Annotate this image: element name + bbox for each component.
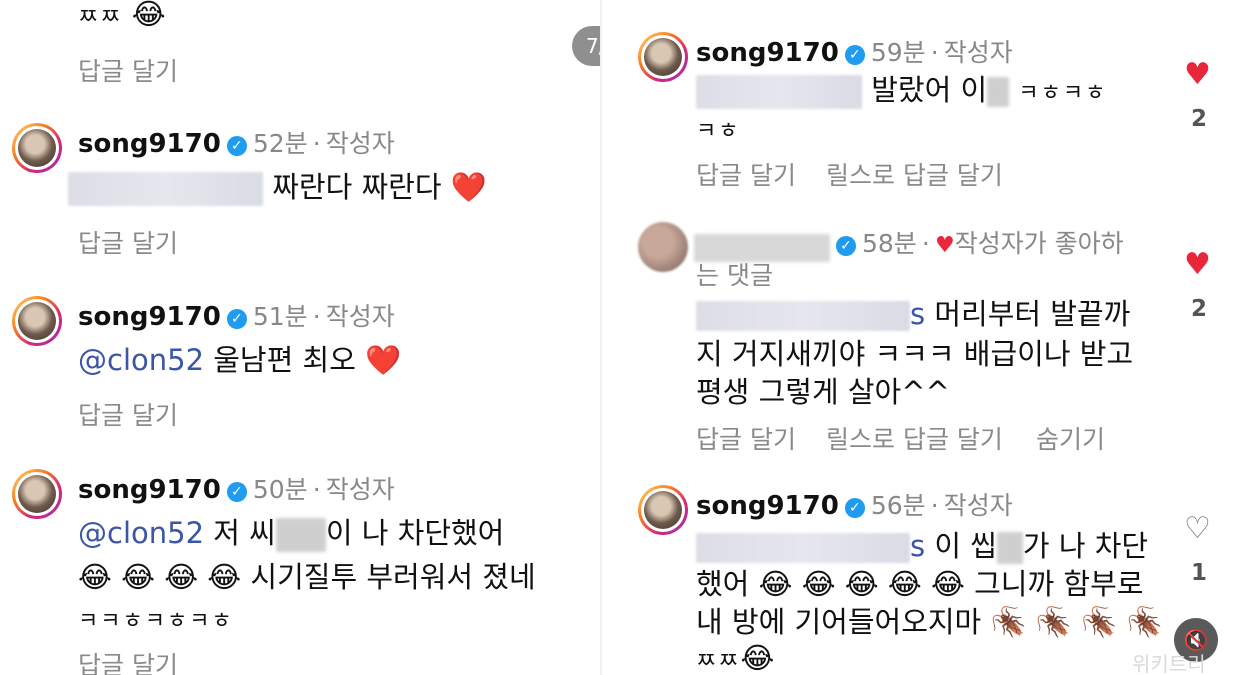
avatar[interactable] bbox=[638, 32, 688, 82]
author-label: 작성자 bbox=[325, 475, 395, 504]
avatar[interactable] bbox=[12, 123, 62, 173]
like-count: 1 bbox=[1190, 560, 1207, 586]
redacted-mention bbox=[68, 172, 263, 206]
comment-text: @clon52 저 씨이 나 차단했어 bbox=[78, 516, 505, 552]
timestamp: 52분 bbox=[252, 129, 308, 158]
reply-button[interactable]: 답글 달기 bbox=[78, 224, 178, 260]
username[interactable]: song9170 bbox=[696, 491, 839, 521]
redacted-mention bbox=[696, 301, 910, 331]
mention-link[interactable]: @clon52 bbox=[78, 343, 204, 377]
redacted-mention bbox=[696, 75, 862, 109]
comment-text: 지 거지새끼야 ㅋㅋㅋ 배급이나 받고 bbox=[696, 337, 1134, 371]
comment-text: 평생 그렇게 살아^^ bbox=[696, 375, 950, 409]
redacted-mention bbox=[696, 533, 910, 563]
timestamp: 56분 bbox=[870, 491, 926, 520]
mention-link[interactable]: @clon52 bbox=[78, 516, 204, 550]
comment-text: ㅋㅋㅎㅋㅎㅋㅎ bbox=[78, 609, 234, 634]
comment-text: 발랐어 이 ㅋㅎㅋㅎ bbox=[696, 70, 1107, 114]
like-heart-filled-icon[interactable]: ♥ bbox=[1184, 250, 1211, 280]
reply-with-reels-button[interactable]: 릴스로 답글 달기 bbox=[826, 156, 1003, 192]
username[interactable]: song9170 bbox=[78, 475, 221, 505]
comment-header: song9170 ✓ 51분 · 작성자 bbox=[78, 302, 395, 332]
watermark: 위키트리 bbox=[1132, 652, 1206, 675]
verified-badge-icon: ✓ bbox=[226, 482, 247, 502]
timestamp: 59분 bbox=[870, 38, 926, 67]
redacted-word bbox=[996, 532, 1023, 564]
reply-button[interactable]: 답글 달기 bbox=[78, 52, 178, 88]
reply-with-reels-button[interactable]: 릴스로 답글 달기 bbox=[826, 420, 1003, 456]
comment-text: 내 방에 기어들어오지마 🪳 🪳 🪳 🪳 bbox=[696, 605, 1163, 639]
author-liked-label: 작성자가 좋아하 bbox=[954, 229, 1124, 258]
like-count: 2 bbox=[1190, 106, 1207, 132]
avatar[interactable] bbox=[12, 296, 62, 346]
comment-text: s 이 씹가 나 차단 bbox=[696, 526, 1148, 566]
avatar[interactable] bbox=[12, 469, 62, 519]
author-label: 작성자 bbox=[943, 38, 1013, 67]
author-liked-heart-icon: ♥ bbox=[934, 233, 955, 258]
username[interactable]: song9170 bbox=[696, 38, 839, 68]
comment-text: 짜란다 짜란다 ❤️ bbox=[68, 167, 487, 207]
author-label: 작성자 bbox=[325, 302, 395, 331]
comment-header: song9170 ✓ 50분 · 작성자 bbox=[78, 475, 395, 505]
like-heart-filled-icon[interactable]: ♥ bbox=[1184, 60, 1211, 90]
timestamp: 51분 bbox=[252, 302, 308, 331]
right-screenshot: song9170 ✓ 59분 · 작성자 발랐어 이 ㅋㅎㅋㅎ ㅋㅎ 답글 달기 릴… bbox=[602, 0, 1234, 675]
verified-badge-icon: ✓ bbox=[226, 309, 247, 329]
username[interactable]: song9170 bbox=[78, 129, 221, 159]
author-label: 작성자 bbox=[325, 129, 395, 158]
verified-badge-icon: ✓ bbox=[836, 236, 856, 256]
avatar[interactable] bbox=[638, 222, 688, 272]
avatar[interactable] bbox=[638, 485, 688, 535]
like-count: 2 bbox=[1190, 296, 1207, 322]
verified-badge-icon: ✓ bbox=[844, 498, 865, 518]
timestamp: 50분 bbox=[252, 475, 308, 504]
comment-text: @clon52 울남편 최오 ❤️ bbox=[78, 343, 402, 377]
reply-button[interactable]: 답글 달기 bbox=[78, 646, 178, 675]
reply-button[interactable]: 답글 달기 bbox=[696, 156, 796, 192]
comment-text: ㅉㅉ😂 bbox=[696, 641, 775, 675]
comment-header: song9170 ✓ 59분 · 작성자 bbox=[696, 38, 1013, 68]
timestamp: 58분 bbox=[862, 229, 917, 258]
reply-button[interactable]: 답글 달기 bbox=[696, 420, 796, 456]
comment-header: song9170 ✓ 52분 · 작성자 bbox=[78, 129, 395, 159]
comment-text: ㅋㅎ bbox=[696, 119, 741, 144]
hide-button[interactable]: 숨기기 bbox=[1036, 420, 1105, 456]
reply-button[interactable]: 답글 달기 bbox=[78, 396, 178, 432]
redacted-word bbox=[275, 518, 326, 552]
username[interactable]: song9170 bbox=[78, 302, 221, 332]
author-label: 작성자 bbox=[943, 491, 1013, 520]
comment-text: s 머리부터 발끝까 bbox=[696, 294, 1130, 334]
author-liked-label: 는 댓글 bbox=[696, 261, 773, 290]
like-heart-outline-icon[interactable]: ♡ bbox=[1184, 514, 1211, 544]
comment-text: 😂 😂 😂 😂 시기질투 부러워서 졌네 bbox=[78, 560, 536, 594]
verified-badge-icon: ✓ bbox=[844, 45, 865, 65]
redacted-word bbox=[987, 77, 1010, 107]
page-indicator: 7/ bbox=[572, 26, 600, 66]
comment-text: 했어 😂 😂 😂 😂 😂 그니까 함부로 bbox=[696, 567, 1144, 601]
verified-badge-icon: ✓ bbox=[226, 136, 247, 156]
comment-tail: ㅉㅉ 😂 bbox=[78, 0, 166, 31]
left-screenshot: ㅉㅉ 😂 답글 달기 7/ song9170✓52분 · 작성자 짜란다 짜란다… bbox=[0, 0, 600, 675]
comment-header: song9170 ✓ 56분 · 작성자 bbox=[696, 491, 1013, 521]
